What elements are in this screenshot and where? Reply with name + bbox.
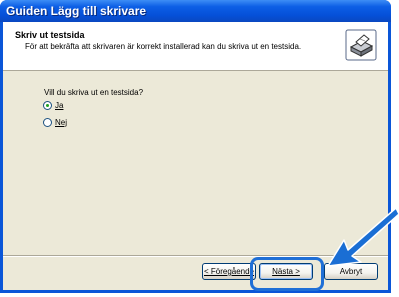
next-button-highlight [250,257,324,291]
wizard-header: Skriv ut testsida För att bekräfta att s… [3,22,388,71]
title-bar[interactable]: Guiden Lägg till skrivare [0,0,391,22]
back-button-label: < Föregående [203,267,255,276]
page-title: Skriv ut testsida [15,30,85,40]
page-subtitle: För att bekräfta att skrivaren är korrek… [25,42,302,51]
radio-yes[interactable]: Ja [43,98,103,112]
radio-no-label[interactable]: Nej [55,118,67,127]
printer-icon [345,29,377,61]
radio-button-unselected[interactable] [43,117,52,127]
radio-button-selected[interactable] [43,100,52,110]
pointer-arrow-icon [327,207,399,267]
test-page-question: Vill du skriva ut en testsida? [44,88,144,97]
back-button[interactable]: < Föregående [202,263,256,280]
radio-yes-label[interactable]: Ja [55,101,63,110]
radio-no[interactable]: Nej [43,115,103,129]
radio-selected-dot [46,103,49,107]
window-title: Guiden Lägg till skrivare [6,4,147,18]
